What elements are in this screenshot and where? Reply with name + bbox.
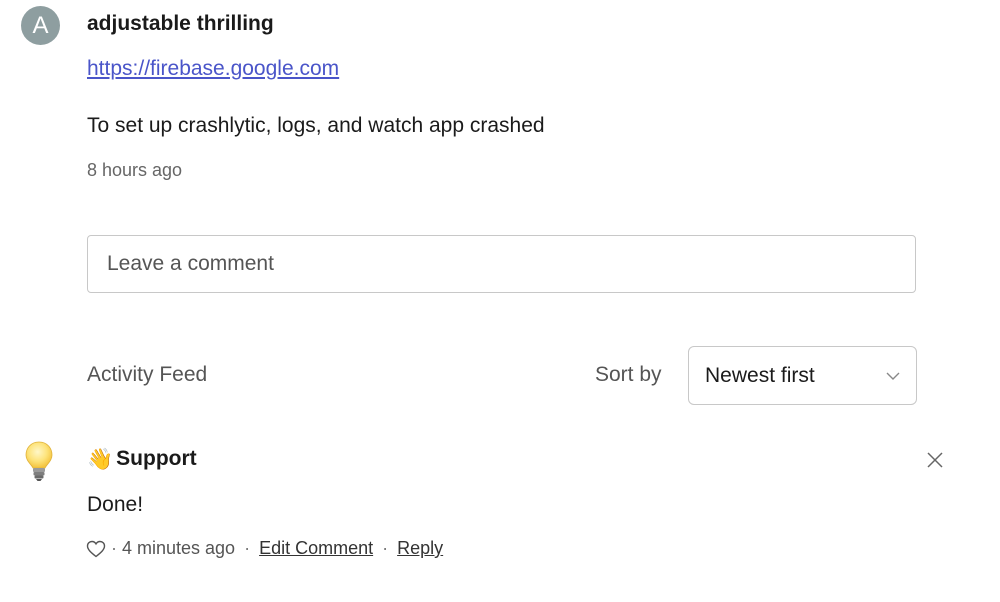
reply-link[interactable]: Reply <box>397 538 443 559</box>
activity-feed-title: Activity Feed <box>87 363 208 386</box>
post-author-name: adjustable thrilling <box>87 12 274 35</box>
sort-by-label: Sort by <box>595 363 662 386</box>
reply-author-name: Support <box>116 447 197 470</box>
reply-timestamp: 4 minutes ago <box>122 538 236 558</box>
author-avatar: A <box>21 6 60 45</box>
reply-meta: · 4 minutes ago · Edit Comment · Reply <box>86 538 443 559</box>
edit-comment-link[interactable]: Edit Comment <box>259 538 373 559</box>
meta-separator: · <box>111 538 117 558</box>
comment-input[interactable] <box>87 235 916 293</box>
lightbulb-icon <box>25 441 53 481</box>
reply-body: Done! <box>87 493 144 516</box>
chevron-down-icon <box>886 372 900 380</box>
sort-dropdown[interactable]: Newest first <box>688 346 917 405</box>
post-body: To set up crashlytic, logs, and watch ap… <box>87 114 545 137</box>
sort-dropdown-value: Newest first <box>705 363 815 387</box>
heart-icon[interactable] <box>86 540 106 558</box>
reply-header: 👋 Support <box>87 447 197 471</box>
meta-separator: · <box>382 538 389 558</box>
waving-hand-icon: 👋 <box>87 447 114 471</box>
post-timestamp: 8 hours ago <box>87 160 183 180</box>
meta-separator: · <box>244 538 251 558</box>
close-icon[interactable] <box>926 451 944 469</box>
post-link[interactable]: https://firebase.google.com <box>87 57 339 81</box>
